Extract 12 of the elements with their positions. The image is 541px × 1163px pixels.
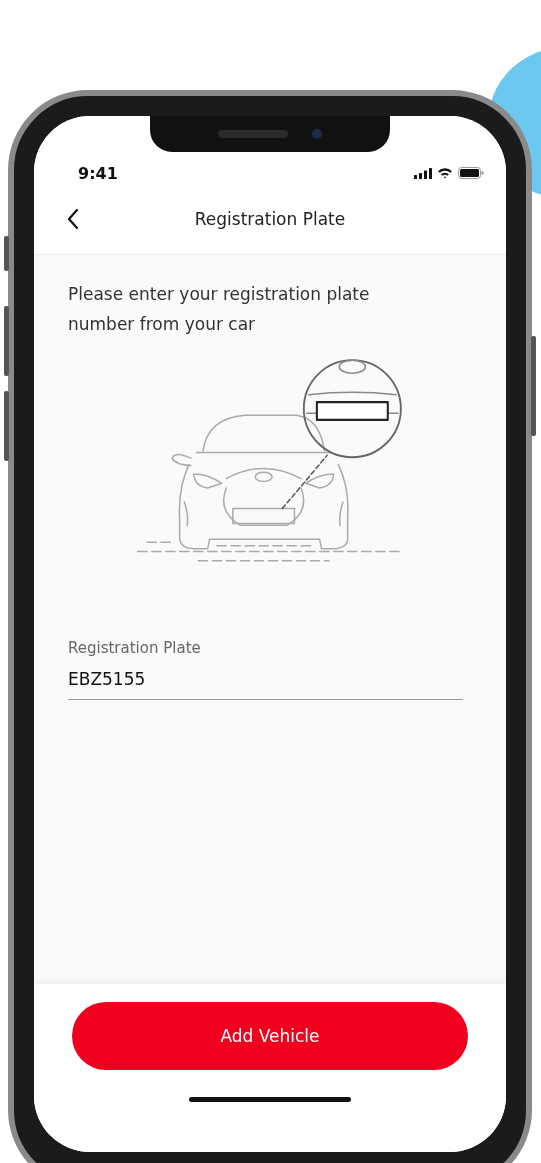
instruction-text: Please enter your registration plate number from your car	[68, 283, 371, 336]
field-label: Registration Plate	[68, 639, 202, 657]
screen-title: Registration Plate	[194, 209, 346, 229]
wifi-icon	[437, 167, 453, 179]
battery-icon	[458, 167, 484, 179]
camera-dot	[312, 129, 322, 139]
add-vehicle-button[interactable]: Add Vehicle	[72, 1002, 468, 1070]
registration-plate-input[interactable]: EBZ5155	[68, 665, 463, 700]
signal-icon	[414, 167, 432, 179]
back-icon[interactable]	[66, 208, 80, 230]
speaker-grille	[218, 130, 288, 138]
status-time: 9:41	[78, 163, 118, 183]
